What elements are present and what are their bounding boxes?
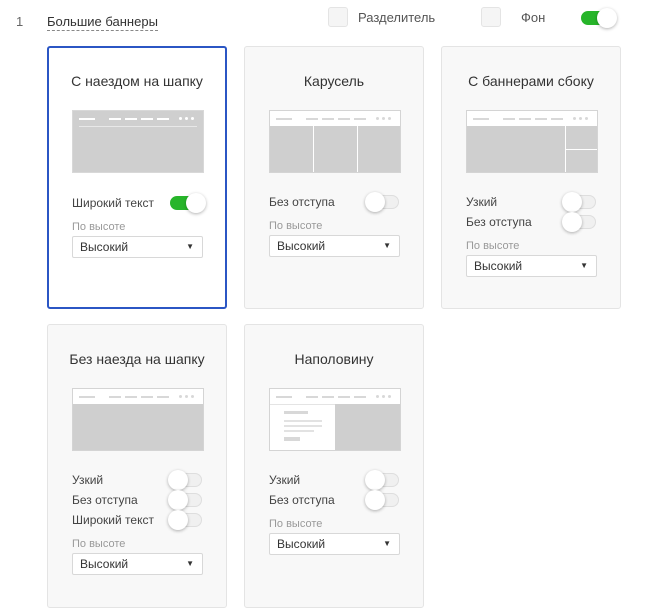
height-select[interactable]: Высокий ▼ bbox=[72, 236, 203, 258]
height-select-value: Высокий bbox=[474, 259, 523, 273]
card-title: Карусель bbox=[303, 73, 365, 89]
no-margin-label: Без отступа bbox=[269, 493, 335, 507]
height-select[interactable]: Высокий ▼ bbox=[269, 235, 400, 257]
narrow-row: Узкий bbox=[72, 470, 202, 490]
layout-preview-image bbox=[72, 110, 204, 173]
narrow-label: Узкий bbox=[72, 473, 104, 487]
chevron-down-icon: ▼ bbox=[186, 559, 194, 568]
layout-preview-image bbox=[269, 388, 401, 451]
height-select[interactable]: Высокий ▼ bbox=[72, 553, 203, 575]
section-number: 1 bbox=[16, 14, 24, 29]
section-title[interactable]: Большие баннеры bbox=[47, 14, 158, 31]
background-checkbox[interactable] bbox=[481, 7, 501, 27]
no-margin-toggle[interactable] bbox=[365, 490, 399, 510]
layout-card-no-overlap[interactable]: Без наезда на шапку Узкий Без отступа Ши… bbox=[47, 324, 227, 608]
chevron-down-icon: ▼ bbox=[383, 539, 391, 548]
divider-checkbox[interactable] bbox=[328, 7, 348, 27]
wide-text-label: Широкий текст bbox=[72, 196, 154, 210]
card-title: С баннерами сбоку bbox=[468, 73, 594, 89]
height-label: По высоте bbox=[269, 518, 323, 530]
no-margin-toggle[interactable] bbox=[562, 212, 596, 232]
height-select-value: Высокий bbox=[80, 240, 129, 254]
narrow-row: Узкий bbox=[269, 470, 399, 490]
narrow-toggle[interactable] bbox=[168, 470, 202, 490]
background-option[interactable]: Фон bbox=[481, 7, 545, 27]
layout-card-carousel[interactable]: Карусель Без отступа По высоте Высокий ▼ bbox=[244, 46, 424, 309]
height-label: По высоте bbox=[72, 221, 126, 233]
height-select-value: Высокий bbox=[80, 557, 129, 571]
wide-text-label: Широкий текст bbox=[72, 513, 154, 527]
wide-text-toggle[interactable] bbox=[168, 510, 202, 530]
card-title: С наездом на шапку bbox=[71, 73, 203, 89]
layout-card-half[interactable]: Наполовину Узкий Без отступа По высоте В… bbox=[244, 324, 424, 608]
layout-card-overlap-header[interactable]: С наездом на шапку Широкий текст По высо… bbox=[47, 46, 227, 309]
narrow-toggle[interactable] bbox=[365, 470, 399, 490]
height-select-value: Высокий bbox=[277, 537, 326, 551]
layout-preview-image bbox=[72, 388, 204, 451]
narrow-label: Узкий bbox=[466, 195, 498, 209]
section-enable-toggle[interactable] bbox=[581, 8, 617, 28]
no-margin-label: Без отступа bbox=[72, 493, 138, 507]
no-margin-row: Без отступа bbox=[72, 490, 202, 510]
wide-text-row: Широкий текст bbox=[72, 510, 202, 530]
wide-text-row: Широкий текст bbox=[72, 193, 206, 213]
narrow-toggle[interactable] bbox=[562, 192, 596, 212]
narrow-row: Узкий bbox=[466, 192, 596, 212]
no-margin-label: Без отступа bbox=[269, 195, 335, 209]
height-select[interactable]: Высокий ▼ bbox=[466, 255, 597, 277]
layout-card-side-banners[interactable]: С баннерами сбоку Узкий Без отступа По в… bbox=[441, 46, 621, 309]
height-label: По высоте bbox=[72, 538, 126, 550]
chevron-down-icon: ▼ bbox=[186, 242, 194, 251]
narrow-label: Узкий bbox=[269, 473, 301, 487]
chevron-down-icon: ▼ bbox=[383, 241, 391, 250]
no-margin-toggle[interactable] bbox=[365, 192, 399, 212]
height-label: По высоте bbox=[466, 240, 520, 252]
divider-option[interactable]: Разделитель bbox=[328, 7, 435, 27]
layout-preview-image bbox=[466, 110, 598, 173]
height-label: По высоте bbox=[269, 220, 323, 232]
no-margin-row: Без отступа bbox=[466, 212, 596, 232]
divider-label: Разделитель bbox=[358, 9, 436, 25]
card-title: Без наезда на шапку bbox=[69, 351, 205, 367]
height-select[interactable]: Высокий ▼ bbox=[269, 533, 400, 555]
card-title: Наполовину bbox=[294, 351, 374, 367]
wide-text-toggle[interactable] bbox=[170, 193, 206, 213]
no-margin-row: Без отступа bbox=[269, 192, 399, 212]
no-margin-label: Без отступа bbox=[466, 215, 532, 229]
height-select-value: Высокий bbox=[277, 239, 326, 253]
chevron-down-icon: ▼ bbox=[580, 261, 588, 270]
layout-preview-image bbox=[269, 110, 401, 173]
background-label: Фон bbox=[521, 9, 546, 25]
no-margin-row: Без отступа bbox=[269, 490, 399, 510]
no-margin-toggle[interactable] bbox=[168, 490, 202, 510]
